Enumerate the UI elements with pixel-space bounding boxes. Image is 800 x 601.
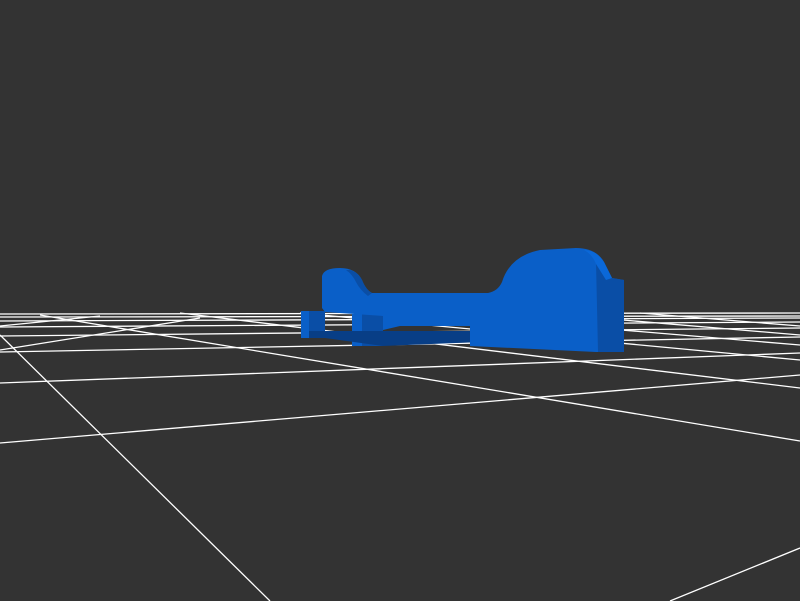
scene-canvas[interactable]: [0, 0, 800, 601]
model-right-face: [596, 258, 624, 352]
ground-grid: [0, 312, 800, 601]
3d-model[interactable]: [301, 248, 624, 352]
grid-line: [0, 374, 800, 444]
model-prong-left-side: [301, 311, 309, 338]
3d-viewport[interactable]: [0, 0, 800, 601]
grid-line: [0, 352, 800, 384]
grid-line: [669, 547, 800, 601]
